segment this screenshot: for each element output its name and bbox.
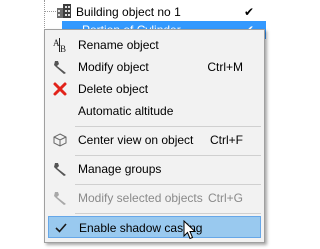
menu-item-modify-selected-objects[interactable]: Modify selected objects Ctrl+G bbox=[48, 187, 261, 209]
menu-separator bbox=[75, 155, 261, 156]
menu-item-manage-groups[interactable]: Manage groups bbox=[48, 158, 261, 180]
cube-icon bbox=[52, 132, 68, 148]
menu-item-automatic-altitude[interactable]: Automatic altitude bbox=[48, 100, 261, 122]
menu-item-label: Modify selected objects bbox=[78, 191, 203, 205]
svg-text:B: B bbox=[60, 44, 66, 53]
wrench-icon bbox=[52, 190, 68, 206]
menu-item-rename-object[interactable]: A B Rename object bbox=[48, 34, 261, 56]
tree-item-label: Building object no 1 bbox=[76, 5, 181, 19]
context-menu: A B Rename object Modify object Ctrl+M D… bbox=[44, 29, 265, 243]
menu-item-shortcut: Ctrl+F bbox=[210, 133, 243, 147]
rename-ab-icon: A B bbox=[52, 37, 68, 53]
menu-item-label: Modify object bbox=[78, 60, 149, 74]
menu-item-shortcut: Ctrl+G bbox=[207, 191, 243, 205]
svg-text:A: A bbox=[53, 38, 60, 48]
mouse-pointer-icon bbox=[183, 220, 197, 240]
menu-item-delete-object[interactable]: Delete object bbox=[48, 78, 261, 100]
building-icon bbox=[56, 3, 72, 22]
menu-item-shortcut: Ctrl+M bbox=[207, 60, 243, 74]
menu-item-modify-object[interactable]: Modify object Ctrl+M bbox=[48, 56, 261, 78]
menu-item-label: Rename object bbox=[78, 38, 159, 52]
wrench-icon bbox=[52, 161, 68, 177]
wrench-icon bbox=[52, 59, 68, 75]
visibility-check-icon[interactable]: ✔ bbox=[244, 5, 254, 19]
red-x-icon bbox=[52, 81, 68, 97]
menu-item-enable-shadow-casting[interactable]: Enable shadow casting bbox=[48, 216, 261, 238]
menu-separator bbox=[75, 184, 261, 185]
menu-separator bbox=[75, 213, 261, 214]
menu-item-label: Delete object bbox=[78, 82, 149, 96]
menu-item-label: Center view on object bbox=[78, 133, 194, 147]
menu-item-label: Manage groups bbox=[78, 162, 162, 176]
checkmark-icon bbox=[53, 220, 69, 236]
tree-connector-line bbox=[44, 11, 56, 12]
tree-item-building-object[interactable]: Building object no 1 ✔ bbox=[56, 3, 266, 21]
menu-item-label: Automatic altitude bbox=[78, 104, 174, 118]
menu-item-center-view[interactable]: Center view on object Ctrl+F bbox=[48, 129, 261, 151]
menu-separator bbox=[75, 126, 261, 127]
